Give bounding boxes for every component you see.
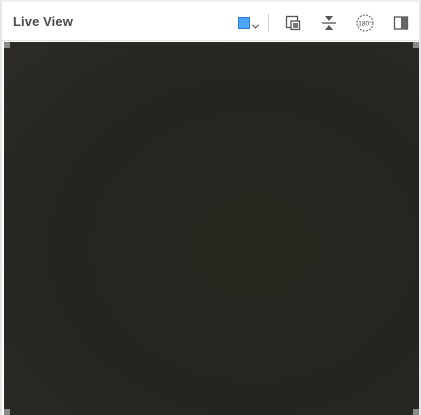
flip-vertical-icon (322, 16, 336, 30)
panel-toggle-icon (393, 16, 409, 30)
picture-in-picture-button[interactable] (281, 11, 305, 35)
rotate-180-button[interactable]: 180° (353, 11, 377, 35)
panel-header: Live View 180° (2, 2, 419, 41)
color-picker-button[interactable] (238, 11, 264, 35)
corner-handle-bottom-left[interactable] (4, 409, 10, 415)
rotate-180-icon: 180° (356, 14, 374, 32)
flip-vertical-button[interactable] (317, 11, 341, 35)
corner-handle-top-right[interactable] (413, 42, 419, 48)
panel-title: Live View (13, 14, 73, 29)
chevron-down-icon (252, 23, 259, 29)
rotate-label: 180° (358, 20, 372, 28)
toolbar-separator (268, 14, 269, 32)
live-view-panel: Live View 180° (0, 0, 421, 415)
picture-in-picture-icon (285, 15, 301, 31)
corner-handle-top-left[interactable] (4, 42, 10, 48)
live-view-viewport[interactable] (4, 42, 419, 415)
corner-handle-bottom-right[interactable] (413, 409, 419, 415)
color-swatch-icon (238, 17, 250, 29)
toolbar: 180° (238, 11, 413, 35)
panel-toggle-button[interactable] (389, 11, 413, 35)
